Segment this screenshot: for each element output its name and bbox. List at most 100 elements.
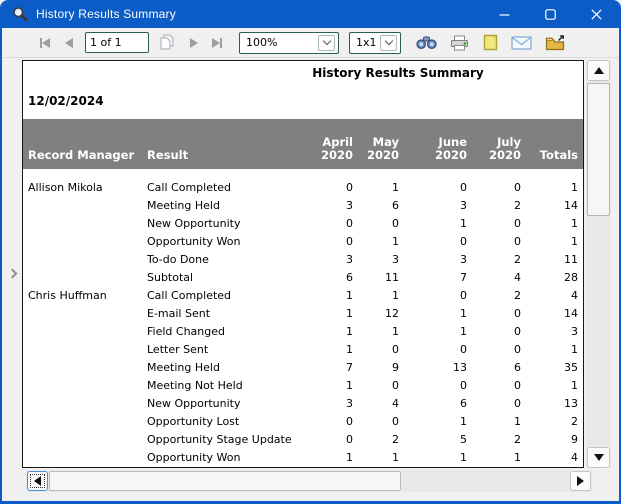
result-cell: Letter Sent — [147, 343, 209, 356]
value-cell: 1 — [392, 451, 399, 464]
value-cell: 1 — [346, 451, 353, 464]
record-manager-cell — [28, 341, 147, 359]
result-cell: Call Completed — [147, 181, 232, 194]
value-cell: 1 — [460, 307, 467, 320]
table-row: Meeting Not Held 1 0 0 0 1 — [28, 377, 583, 395]
zoom-value: 100% — [246, 36, 278, 49]
first-page-button[interactable] — [36, 32, 54, 54]
value-cell: 2 — [514, 289, 521, 302]
print-button[interactable] — [450, 32, 469, 54]
table-row: Opportunity Won 0 1 0 0 1 — [28, 233, 583, 251]
value-cell: 1 — [392, 181, 399, 194]
record-manager-cell — [28, 413, 147, 431]
value-cell: 3 — [346, 199, 353, 212]
value-cell: 1 — [571, 181, 578, 194]
value-cell: 3 — [346, 253, 353, 266]
table-row: Allison Mikola Call Completed 0 1 0 0 1 — [28, 179, 583, 197]
vertical-scrollbar[interactable] — [586, 60, 611, 468]
result-cell: To-do Done — [147, 253, 209, 266]
result-cell: Opportunity Won — [147, 451, 241, 464]
scroll-down-button[interactable] — [587, 447, 610, 468]
record-manager-cell — [28, 305, 147, 323]
column-header-july: July 2020 — [488, 135, 521, 162]
copy-pages-icon — [158, 34, 176, 51]
previous-page-button[interactable] — [60, 32, 78, 54]
table-row: Subtotal 6 11 7 4 28 — [28, 269, 583, 287]
value-cell: 0 — [514, 325, 521, 338]
value-cell: 6 — [346, 271, 353, 284]
column-header-totals: Totals — [539, 148, 578, 162]
result-cell: Meeting Held — [147, 199, 220, 212]
value-cell: 4 — [392, 397, 399, 410]
export-button[interactable] — [483, 32, 498, 54]
preview-content: History Results Summary 12/02/2024 Recor… — [2, 58, 619, 501]
table-row: New Opportunity 0 0 1 0 1 — [28, 215, 583, 233]
export-page-icon — [483, 34, 498, 51]
record-manager-cell — [28, 197, 147, 215]
record-manager-cell — [28, 395, 147, 413]
zoom-select[interactable]: 100% — [239, 31, 339, 54]
page-number-input[interactable] — [85, 32, 149, 53]
value-cell: 0 — [514, 181, 521, 194]
value-cell: 0 — [514, 217, 521, 230]
result-cell: Meeting Held — [147, 361, 220, 374]
scroll-right-button[interactable] — [570, 471, 591, 491]
value-cell: 1 — [460, 217, 467, 230]
copy-pages-button[interactable] — [158, 32, 176, 54]
email-envelope-icon — [511, 35, 532, 50]
find-button[interactable] — [416, 32, 437, 54]
value-cell: 1 — [514, 415, 521, 428]
value-cell: 1 — [460, 325, 467, 338]
close-button[interactable] — [573, 0, 619, 28]
scroll-up-button[interactable] — [587, 60, 610, 81]
maximize-button[interactable] — [527, 0, 573, 28]
value-cell: 3 — [346, 397, 353, 410]
value-cell: 1 — [346, 307, 353, 320]
last-page-button[interactable] — [208, 32, 226, 54]
result-cell: Opportunity Stage Update — [147, 433, 292, 446]
table-row: E-mail Sent 1 12 1 0 14 — [28, 305, 583, 323]
column-header-may: May 2020 — [366, 135, 399, 162]
value-cell: 11 — [564, 253, 578, 266]
value-cell: 0 — [392, 415, 399, 428]
record-manager-cell — [28, 251, 147, 269]
table-row: New Opportunity 3 4 6 0 13 — [28, 395, 583, 413]
value-cell: 0 — [460, 289, 467, 302]
column-header-result: Result — [147, 148, 189, 162]
next-page-button[interactable] — [185, 32, 203, 54]
horizontal-scrollbar-thumb[interactable] — [49, 471, 401, 491]
column-header-record-manager: Record Manager — [28, 148, 135, 162]
folder-button[interactable] — [545, 32, 566, 54]
value-cell: 4 — [514, 271, 521, 284]
value-cell: 0 — [392, 343, 399, 356]
table-row: Field Changed 1 1 1 0 3 — [28, 323, 583, 341]
table-row: Opportunity Won 1 1 1 1 4 — [28, 449, 583, 467]
panel-toggle-handle[interactable] — [4, 258, 20, 288]
email-button[interactable] — [511, 32, 532, 54]
value-cell: 7 — [346, 361, 353, 374]
value-cell: 14 — [564, 199, 578, 212]
value-cell: 0 — [514, 307, 521, 320]
horizontal-scrollbar[interactable] — [26, 470, 592, 492]
record-manager-cell — [28, 377, 147, 395]
value-cell: 35 — [564, 361, 578, 374]
minimize-button[interactable] — [481, 0, 527, 28]
result-cell: Opportunity Lost — [147, 415, 240, 428]
table-row: To-do Done 3 3 3 2 11 — [28, 251, 583, 269]
value-cell: 2 — [571, 415, 578, 428]
record-manager-cell — [28, 359, 147, 377]
scroll-left-button[interactable] — [27, 471, 48, 491]
last-page-icon — [212, 37, 222, 48]
caption-buttons — [481, 0, 619, 28]
value-cell: 0 — [346, 433, 353, 446]
value-cell: 1 — [571, 379, 578, 392]
value-cell: 2 — [514, 433, 521, 446]
result-cell: New Opportunity — [147, 217, 241, 230]
record-manager-cell — [28, 215, 147, 233]
page-layout-select[interactable]: 1x1 — [349, 31, 401, 54]
vertical-scrollbar-thumb[interactable] — [587, 83, 610, 216]
value-cell: 1 — [346, 289, 353, 302]
report-date: 12/02/2024 — [28, 94, 104, 108]
value-cell: 0 — [346, 181, 353, 194]
table-row: Chris Huffman Call Completed 1 1 0 2 4 — [28, 287, 583, 305]
